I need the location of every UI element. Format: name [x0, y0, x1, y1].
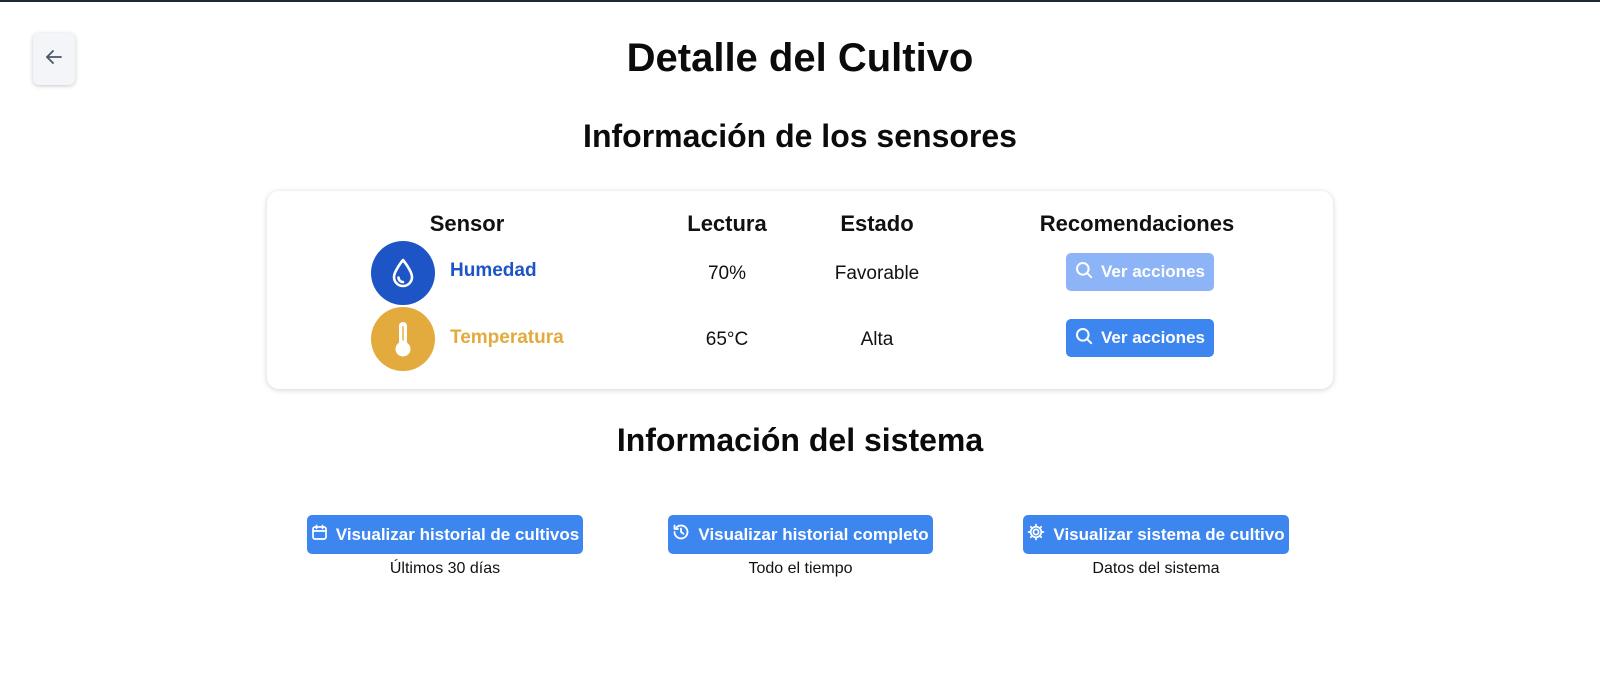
ver-acciones-humedad-button[interactable]: Ver acciones — [1066, 253, 1214, 291]
sensor-name-humedad: Humedad — [450, 260, 537, 281]
sensors-section-title: Información de los sensores — [583, 118, 1017, 154]
system-item-historial-cultivos: Visualizar historial de cultivos Últimos… — [307, 515, 583, 578]
water-drop-icon — [371, 241, 435, 305]
sensor-name-temperatura: Temperatura — [450, 327, 564, 348]
sensor-row-temperatura: Temperatura 65°C Alta Ver acciones — [267, 307, 1333, 371]
button-label: Ver acciones — [1101, 262, 1205, 281]
button-label: Visualizar historial de cultivos — [335, 524, 580, 544]
historial-cultivos-button[interactable]: Visualizar historial de cultivos — [307, 515, 583, 554]
sensors-card: Sensor Lectura Estado Recomendaciones Hu… — [267, 191, 1333, 389]
button-label: Ver acciones — [1101, 328, 1205, 347]
column-header-sensor: Sensor — [429, 211, 505, 236]
sensor-status-humedad: Favorable — [834, 263, 920, 284]
button-label: Visualizar sistema de cultivo — [1053, 524, 1285, 544]
historial-completo-subtitle: Todo el tiempo — [748, 560, 853, 577]
history-icon — [672, 523, 690, 546]
button-label: Visualizar historial completo — [698, 524, 929, 544]
thermometer-icon — [371, 307, 435, 371]
system-item-sistema-cultivo: Visualizar sistema de cultivo Datos del … — [1023, 515, 1289, 578]
sensor-reading-temperatura: 65°C — [705, 329, 749, 350]
gear-icon — [1027, 523, 1045, 546]
historial-completo-button[interactable]: Visualizar historial completo — [668, 515, 933, 554]
search-icon — [1075, 261, 1093, 284]
top-border — [0, 0, 1600, 2]
sistema-cultivo-subtitle: Datos del sistema — [1092, 560, 1220, 577]
column-header-estado: Estado — [840, 211, 914, 236]
calendar-icon — [311, 524, 328, 546]
ver-acciones-temperatura-button[interactable]: Ver acciones — [1066, 319, 1214, 357]
system-item-historial-completo: Visualizar historial completo Todo el ti… — [668, 515, 933, 578]
sensor-status-temperatura: Alta — [860, 329, 894, 350]
search-icon — [1075, 327, 1093, 350]
sistema-cultivo-button[interactable]: Visualizar sistema de cultivo — [1023, 515, 1289, 554]
historial-cultivos-subtitle: Últimos 30 días — [389, 560, 501, 577]
sensor-reading-humedad: 70% — [707, 263, 747, 284]
system-section-title: Información del sistema — [616, 422, 984, 458]
sensor-row-humedad: Humedad 70% Favorable Ver acciones — [267, 241, 1333, 305]
column-header-lectura: Lectura — [687, 211, 767, 236]
page-title: Detalle del Cultivo — [626, 36, 974, 80]
column-header-recomendaciones: Recomendaciones — [1039, 211, 1235, 236]
